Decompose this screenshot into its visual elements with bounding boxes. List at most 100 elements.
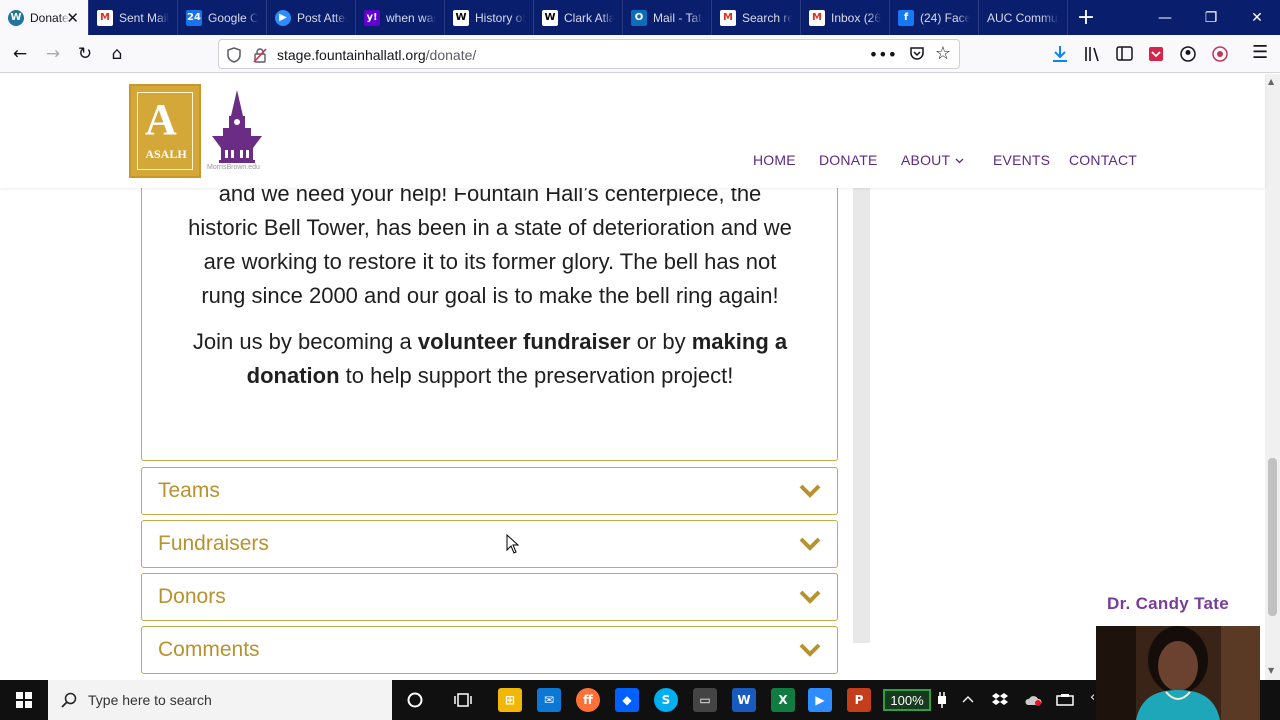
battery-indicator[interactable]: 100% — [883, 689, 931, 711]
scroll-up-icon[interactable]: ▲ — [1268, 77, 1274, 86]
browser-tab[interactable]: AUC Community — [979, 0, 1068, 35]
browser-tab[interactable]: W Donate ✕ — [0, 0, 89, 35]
new-tab-button[interactable]: + — [1068, 0, 1104, 35]
firefox-icon[interactable]: ff — [576, 688, 600, 712]
browser-tab[interactable]: M Sent Mail — [89, 0, 178, 35]
nav-donate[interactable]: DONATE — [819, 152, 878, 168]
tab-title: Mail - Tate — [653, 10, 703, 25]
chevron-down-icon — [955, 158, 964, 164]
browser-tab[interactable]: ▶ Post Attendee — [267, 0, 356, 35]
forward-button[interactable]: → — [39, 40, 67, 68]
accordion-comments[interactable]: Comments — [141, 626, 838, 674]
desktop-app-icon[interactable]: ▭ — [693, 688, 717, 712]
excel-icon[interactable]: X — [771, 688, 795, 712]
task-view-icon[interactable] — [454, 691, 472, 709]
wordpress-icon: W — [8, 9, 24, 26]
webcam-video — [1096, 626, 1260, 720]
tray-more-icon[interactable]: ‹ — [1090, 690, 1095, 705]
bell-tower-logo[interactable] — [209, 88, 265, 174]
page-actions-icon[interactable]: ••• — [869, 45, 897, 64]
browser-tab[interactable]: M Inbox (26) — [801, 0, 890, 35]
close-tab-icon[interactable]: ✕ — [66, 9, 79, 27]
browser-tab[interactable]: O Mail - Tate — [623, 0, 712, 35]
chevron-down-icon — [799, 590, 821, 604]
taskbar-search[interactable]: Type here to search — [48, 680, 392, 720]
back-button[interactable]: ← — [6, 40, 34, 68]
chevron-down-icon — [799, 484, 821, 498]
site-header: A ASALH MorrisBrown.edu HOME DONATE ABOU… — [0, 74, 1265, 188]
restore-button[interactable]: ❐ — [1188, 0, 1234, 35]
menu-icon[interactable]: ☰ — [1252, 42, 1268, 63]
tab-title: Post Attendee — [297, 10, 347, 25]
nav-about[interactable]: ABOUT — [901, 152, 950, 168]
making-donation-text: making a — [691, 329, 788, 354]
nav-contact[interactable]: CONTACT — [1069, 152, 1137, 168]
accordion-label: Donors — [158, 585, 226, 608]
windows-taskbar: Type here to search ⊞ ✉ ff ◆ S ▭ W X ▶ P… — [0, 680, 1280, 720]
tab-title: when was — [386, 10, 436, 25]
pocket-save-icon[interactable] — [1148, 46, 1164, 62]
onedrive-icon[interactable] — [1024, 694, 1042, 706]
store-icon[interactable]: ⊞ — [498, 688, 522, 712]
tower-caption: MorrisBrown.edu — [207, 164, 260, 171]
pocket-icon[interactable] — [909, 47, 925, 62]
nav-home[interactable]: HOME — [753, 152, 796, 168]
nav-events[interactable]: EVENTS — [993, 152, 1050, 168]
zoom-icon: ▶ — [275, 9, 291, 26]
accordion-teams[interactable]: Teams — [141, 467, 838, 515]
dropbox-icon[interactable]: ◆ — [615, 688, 639, 712]
scroll-down-icon[interactable]: ▼ — [1268, 666, 1274, 675]
browser-tab[interactable]: y! when was — [356, 0, 445, 35]
facebook-icon: f — [898, 9, 914, 26]
skype-icon[interactable]: S — [654, 688, 678, 712]
extension-icon[interactable] — [1212, 46, 1228, 62]
page-scrollbar[interactable]: ▲ ▼ — [1265, 74, 1280, 680]
cta-text: or by — [630, 329, 692, 354]
mail-icon[interactable]: ✉ — [537, 688, 561, 712]
tab-title: (24) Facebook — [920, 10, 970, 25]
bookmark-star-icon[interactable]: ☆ — [935, 43, 951, 64]
url-bar[interactable]: stage.fountainhallatl.org/donate/ ••• ☆ — [218, 39, 960, 69]
tab-title: AUC Community — [987, 10, 1059, 25]
cortana-icon[interactable] — [407, 692, 423, 708]
home-button[interactable]: ⌂ — [103, 40, 131, 68]
close-window-button[interactable]: ✕ — [1234, 0, 1280, 35]
powerpoint-icon[interactable]: P — [847, 688, 871, 712]
cta-text: to help support the preservation project… — [339, 363, 734, 388]
start-button[interactable] — [0, 680, 48, 720]
account-icon[interactable] — [1180, 46, 1196, 62]
download-icon[interactable] — [1052, 45, 1068, 63]
library-icon[interactable] — [1084, 46, 1102, 62]
dropbox-tray-icon[interactable] — [992, 692, 1008, 707]
browser-navbar: ← → ↻ ⌂ stage.fountainhallatl.org/donate… — [0, 35, 1280, 73]
page-sidebar-divider — [853, 188, 870, 643]
browser-tab[interactable]: 24 Google Calendar — [178, 0, 267, 35]
story-line-4: rung since 2000 and our goal is to make … — [201, 283, 779, 308]
chevron-down-icon — [799, 643, 821, 657]
asalh-logo[interactable]: A ASALH — [129, 84, 201, 178]
accordion-fundraisers[interactable]: Fundraisers — [141, 520, 838, 568]
scroll-thumb[interactable] — [1268, 458, 1277, 616]
browser-tab[interactable]: M Search results — [712, 0, 801, 35]
device-tray-icon[interactable] — [1056, 693, 1074, 707]
sidebar-icon[interactable] — [1116, 46, 1133, 61]
tab-title: Google Calendar — [208, 10, 258, 25]
logo-letter-icon: A — [145, 95, 177, 144]
presenter-name: Dr. Candy Tate — [1107, 594, 1229, 613]
tray-chevron-up-icon[interactable] — [962, 695, 974, 703]
zoom-icon[interactable]: ▶ — [808, 688, 832, 712]
call-to-action: Join us by becoming a volunteer fundrais… — [150, 325, 830, 359]
browser-tab[interactable]: W Clark Atlanta — [534, 0, 623, 35]
reload-button[interactable]: ↻ — [71, 40, 99, 68]
call-to-action-2: donation to help support the preservatio… — [150, 359, 830, 393]
browser-tab[interactable]: W History of — [445, 0, 534, 35]
wikipedia-icon: W — [542, 9, 558, 26]
word-icon[interactable]: W — [732, 688, 756, 712]
tab-title: Clark Atlanta — [564, 10, 614, 25]
presenter-image — [1096, 626, 1260, 720]
gmail-icon: M — [97, 9, 113, 26]
accordion-donors[interactable]: Donors — [141, 573, 838, 621]
tab-title: Inbox (26) — [831, 10, 881, 25]
browser-tab[interactable]: f (24) Facebook — [890, 0, 979, 35]
minimize-button[interactable]: — — [1142, 0, 1188, 35]
